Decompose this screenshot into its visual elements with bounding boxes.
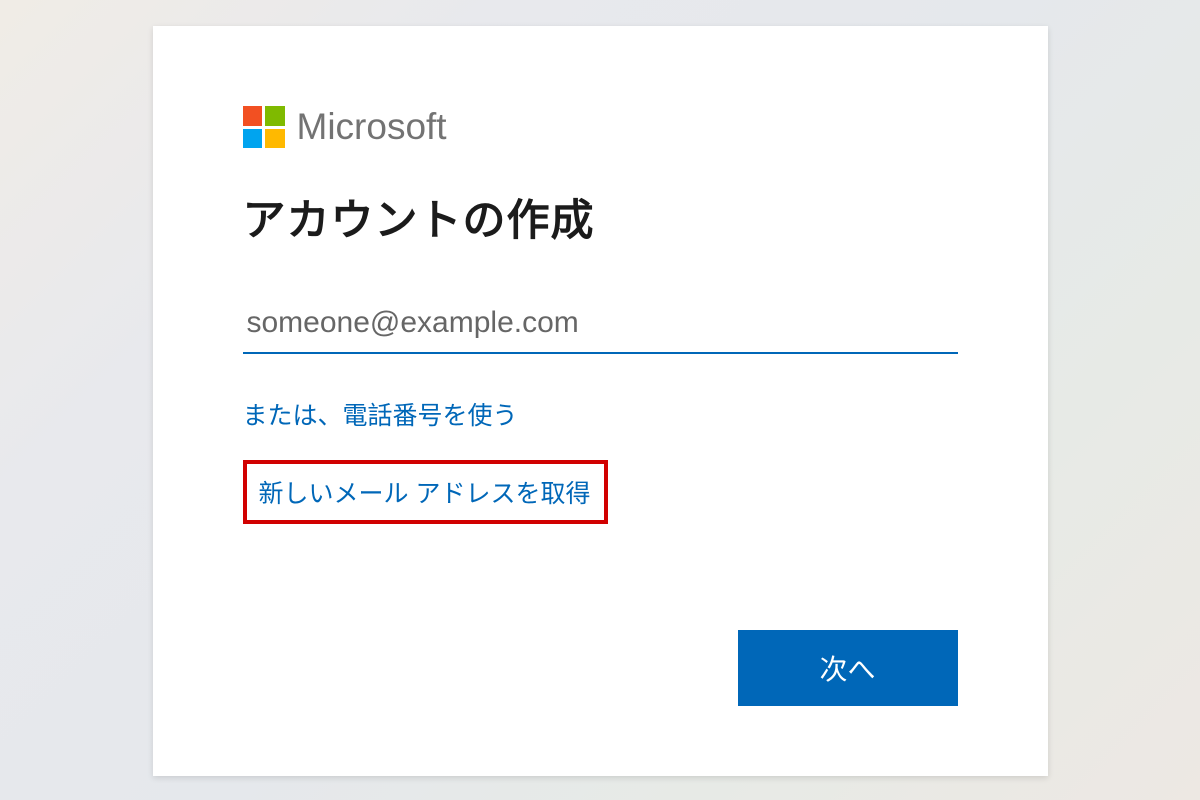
brand-name: Microsoft xyxy=(297,106,447,148)
next-button[interactable]: 次へ xyxy=(738,630,958,706)
signup-card: Microsoft アカウントの作成 または、電話番号を使う 新しいメール アド… xyxy=(153,26,1048,776)
page-title: アカウントの作成 xyxy=(243,186,958,248)
email-field[interactable] xyxy=(243,300,958,354)
annotation-highlight: 新しいメール アドレスを取得 xyxy=(243,460,609,524)
use-phone-link[interactable]: または、電話番号を使う xyxy=(243,396,518,432)
brand-row: Microsoft xyxy=(243,106,958,148)
get-new-email-link[interactable]: 新しいメール アドレスを取得 xyxy=(259,480,591,508)
microsoft-logo-icon xyxy=(243,106,285,148)
